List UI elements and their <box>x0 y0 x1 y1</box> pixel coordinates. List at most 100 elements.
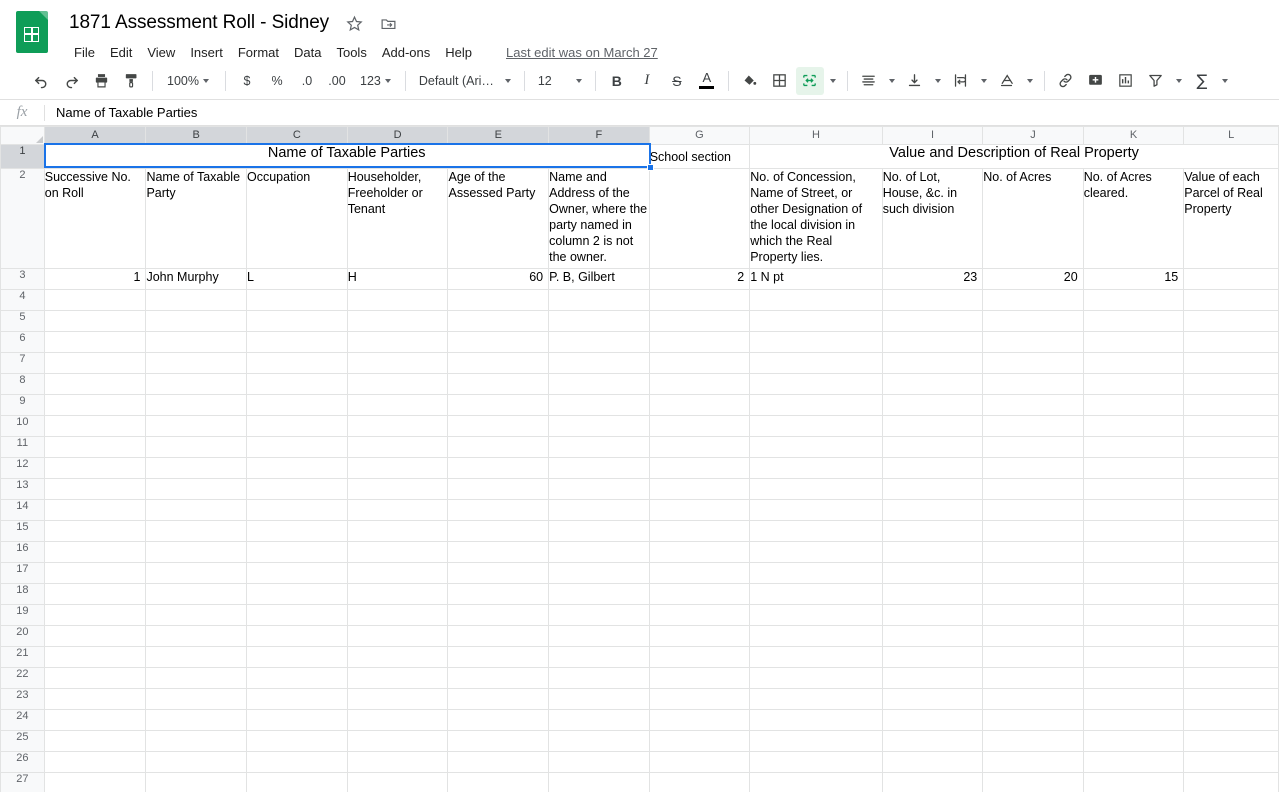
cell-E15[interactable] <box>447 520 550 542</box>
cell-H18[interactable] <box>749 583 883 605</box>
cell-F13[interactable] <box>548 478 650 500</box>
column-header-H[interactable]: H <box>749 126 883 145</box>
cell-L2[interactable]: Value of each Parcel of Real Property <box>1183 168 1279 269</box>
cell-A9[interactable] <box>43 394 147 416</box>
column-header-L[interactable]: L <box>1183 126 1279 145</box>
cell-G7[interactable] <box>648 352 751 374</box>
row-header-19[interactable]: 19 <box>0 604 45 626</box>
cell-E27[interactable] <box>447 772 550 792</box>
cell-K16[interactable] <box>1082 541 1185 563</box>
vertical-align-icon[interactable] <box>901 67 929 95</box>
cell-F15[interactable] <box>548 520 650 542</box>
cell-I24[interactable] <box>881 709 984 731</box>
cell-D25[interactable] <box>346 730 449 752</box>
cell-J8[interactable] <box>982 373 1084 395</box>
cell-H10[interactable] <box>749 415 883 437</box>
cell-G25[interactable] <box>648 730 751 752</box>
cell-F27[interactable] <box>548 772 650 792</box>
menu-view[interactable]: View <box>140 42 182 63</box>
cell-C26[interactable] <box>246 751 348 773</box>
cell-F24[interactable] <box>548 709 650 731</box>
cell-C19[interactable] <box>246 604 348 626</box>
cell-K23[interactable] <box>1082 688 1185 710</box>
cell-C14[interactable] <box>246 499 348 521</box>
currency-format-button[interactable]: $ <box>233 67 261 95</box>
cell-D24[interactable] <box>346 709 449 731</box>
cell-G5[interactable] <box>648 310 751 332</box>
decrease-decimal-button[interactable]: .0 <box>293 67 321 95</box>
cell-L16[interactable] <box>1183 541 1279 563</box>
cell-H14[interactable] <box>749 499 883 521</box>
cell-K13[interactable] <box>1082 478 1185 500</box>
select-all-corner[interactable] <box>0 126 45 145</box>
cell-L15[interactable] <box>1183 520 1279 542</box>
cell-G27[interactable] <box>648 772 751 792</box>
cell-K25[interactable] <box>1082 730 1185 752</box>
cell-G24[interactable] <box>648 709 751 731</box>
cell-K4[interactable] <box>1082 289 1185 311</box>
cell-H3[interactable]: 1 N pt <box>749 268 883 290</box>
cell-A13[interactable] <box>43 478 147 500</box>
cell-A11[interactable] <box>43 436 147 458</box>
cell-G8[interactable] <box>648 373 751 395</box>
cell-D3[interactable]: H <box>346 268 449 290</box>
cell-F25[interactable] <box>548 730 650 752</box>
cell-G18[interactable] <box>648 583 751 605</box>
cell-G22[interactable] <box>648 667 751 689</box>
cell-B16[interactable] <box>145 541 247 563</box>
row-header-11[interactable]: 11 <box>0 436 45 458</box>
cell-D4[interactable] <box>346 289 449 311</box>
cell-K19[interactable] <box>1082 604 1185 626</box>
chart-icon[interactable] <box>1112 67 1140 95</box>
cell-D8[interactable] <box>346 373 449 395</box>
cell-D13[interactable] <box>346 478 449 500</box>
cell-D10[interactable] <box>346 415 449 437</box>
cell-G4[interactable] <box>648 289 751 311</box>
cell-E18[interactable] <box>447 583 550 605</box>
cell-K20[interactable] <box>1082 625 1185 647</box>
cell-G20[interactable] <box>648 625 751 647</box>
cell-F14[interactable] <box>548 499 650 521</box>
cell-D21[interactable] <box>346 646 449 668</box>
column-header-I[interactable]: I <box>881 126 984 145</box>
cell-L18[interactable] <box>1183 583 1279 605</box>
cell-I22[interactable] <box>881 667 984 689</box>
cell-A3[interactable]: 1 <box>43 268 147 290</box>
cell-C9[interactable] <box>246 394 348 416</box>
cell-B19[interactable] <box>145 604 247 626</box>
cell-H11[interactable] <box>749 436 883 458</box>
filter-icon[interactable] <box>1142 67 1170 95</box>
increase-decimal-button[interactable]: .00 <box>323 67 351 95</box>
cell-F6[interactable] <box>548 331 650 353</box>
cell-L10[interactable] <box>1183 415 1279 437</box>
row-header-5[interactable]: 5 <box>0 310 45 332</box>
cell-E11[interactable] <box>447 436 550 458</box>
cell-G17[interactable] <box>648 562 751 584</box>
cell-L12[interactable] <box>1183 457 1279 479</box>
row-header-7[interactable]: 7 <box>0 352 45 374</box>
cell-K27[interactable] <box>1082 772 1185 792</box>
cell-A22[interactable] <box>43 667 147 689</box>
cell-C8[interactable] <box>246 373 348 395</box>
cell-B25[interactable] <box>145 730 247 752</box>
cell-J24[interactable] <box>982 709 1084 731</box>
cell-G11[interactable] <box>648 436 751 458</box>
row-header-20[interactable]: 20 <box>0 625 45 647</box>
cell-A10[interactable] <box>43 415 147 437</box>
cell-H19[interactable] <box>749 604 883 626</box>
cell-D9[interactable] <box>346 394 449 416</box>
cell-F22[interactable] <box>548 667 650 689</box>
cell-B13[interactable] <box>145 478 247 500</box>
cell-E21[interactable] <box>447 646 550 668</box>
cell-F26[interactable] <box>548 751 650 773</box>
cell-J21[interactable] <box>982 646 1084 668</box>
cell-A15[interactable] <box>43 520 147 542</box>
cell-C6[interactable] <box>246 331 348 353</box>
cell-G3[interactable]: 2 <box>648 268 751 290</box>
row-header-27[interactable]: 27 <box>0 772 45 792</box>
row-header-22[interactable]: 22 <box>0 667 45 689</box>
cell-B17[interactable] <box>145 562 247 584</box>
cell-C13[interactable] <box>246 478 348 500</box>
cell-J5[interactable] <box>982 310 1084 332</box>
text-color-button[interactable]: A <box>693 67 721 95</box>
